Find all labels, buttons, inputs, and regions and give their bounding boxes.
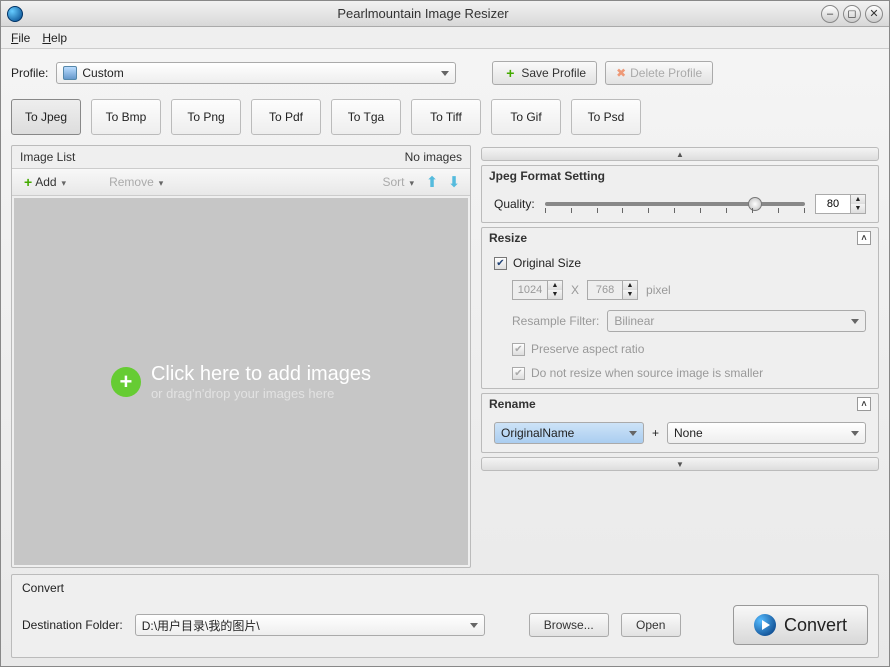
jpeg-title: Jpeg Format Setting <box>489 169 605 183</box>
play-icon <box>754 614 776 636</box>
rename-title: Rename <box>489 397 536 411</box>
preserve-ratio-checkbox: ✔Preserve aspect ratio <box>512 342 866 356</box>
spin-up-icon[interactable]: ▲ <box>851 195 865 204</box>
quality-input[interactable] <box>816 198 850 210</box>
profile-value: Custom <box>82 66 123 80</box>
drop-text-2: or drag'n'drop your images here <box>151 386 371 401</box>
titlebar: Pearlmountain Image Resizer – ◻ ✕ <box>1 1 889 27</box>
filter-select: Bilinear <box>607 310 866 332</box>
filter-label: Resample Filter: <box>512 314 599 328</box>
rename-second-select[interactable]: None <box>667 422 866 444</box>
destination-select[interactable]: D:\用户目录\我的图片\ <box>135 614 485 636</box>
height-spinner: ▲▼ <box>587 280 638 300</box>
image-list-title: Image List <box>20 150 75 164</box>
move-up-button[interactable]: ⬆ <box>424 173 440 191</box>
scroll-down-handle[interactable] <box>481 457 879 471</box>
convert-button[interactable]: Convert <box>733 605 868 645</box>
original-size-checkbox[interactable]: ✔ Original Size <box>494 256 866 270</box>
profile-select[interactable]: Custom <box>56 62 456 84</box>
window-title: Pearlmountain Image Resizer <box>29 6 817 21</box>
chevron-down-icon <box>157 175 164 189</box>
format-tab-to-jpeg[interactable]: To Jpeg <box>11 99 81 135</box>
spin-down-icon[interactable]: ▼ <box>851 204 865 213</box>
app-icon <box>7 6 23 22</box>
image-drop-area[interactable]: + Click here to add images or drag'n'dro… <box>14 198 468 565</box>
scroll-up-handle[interactable] <box>481 147 879 161</box>
format-tab-to-pdf[interactable]: To Pdf <box>251 99 321 135</box>
move-down-button[interactable]: ⬇ <box>446 173 462 191</box>
browse-button[interactable]: Browse... <box>529 613 609 637</box>
format-tab-to-tiff[interactable]: To Tiff <box>411 99 481 135</box>
quality-slider[interactable] <box>545 196 805 212</box>
quality-spinner[interactable]: ▲▼ <box>815 194 866 214</box>
convert-panel: Convert Destination Folder: D:\用户目录\我的图片… <box>11 574 879 658</box>
format-tab-to-png[interactable]: To Png <box>171 99 241 135</box>
menubar: File Help <box>1 27 889 49</box>
convert-title: Convert <box>22 581 868 595</box>
minimize-button[interactable]: – <box>821 5 839 23</box>
image-list-status: No images <box>405 150 462 164</box>
profile-label: Profile: <box>11 66 48 80</box>
quality-label: Quality: <box>494 197 535 211</box>
delete-profile-button[interactable]: Delete Profile <box>605 61 713 85</box>
open-button[interactable]: Open <box>621 613 681 637</box>
width-spinner: ▲▼ <box>512 280 563 300</box>
menu-file[interactable]: File <box>11 31 30 45</box>
rename-first-select[interactable]: OriginalName <box>494 422 644 444</box>
close-button[interactable]: ✕ <box>865 5 883 23</box>
image-list-panel: Image List No images Add Remove <box>11 145 471 568</box>
chevron-down-icon <box>407 175 414 189</box>
destination-label: Destination Folder: <box>22 618 123 632</box>
remove-image-button[interactable]: Remove <box>102 173 167 191</box>
menu-help[interactable]: Help <box>42 31 67 45</box>
resize-title: Resize <box>489 231 527 245</box>
plus-icon <box>24 174 32 190</box>
chevron-down-icon <box>60 175 67 189</box>
rename-section: Rename ˄ OriginalName + None <box>481 393 879 453</box>
maximize-button[interactable]: ◻ <box>843 5 861 23</box>
format-tab-to-psd[interactable]: To Psd <box>571 99 641 135</box>
checkbox-icon: ✔ <box>494 257 507 270</box>
collapse-button[interactable]: ˄ <box>857 397 871 411</box>
format-tab-to-gif[interactable]: To Gif <box>491 99 561 135</box>
no-resize-smaller-checkbox: ✔Do not resize when source image is smal… <box>512 366 866 380</box>
save-profile-button[interactable]: Save Profile <box>492 61 597 85</box>
format-tabs: To Jpeg To Bmp To Png To Pdf To Tga To Tiff To… <box>11 95 879 139</box>
format-tab-to-bmp[interactable]: To Bmp <box>91 99 161 135</box>
resize-section: Resize ˄ ✔ Original Size ▲▼ <box>481 227 879 389</box>
drop-text-1: Click here to add images <box>151 363 371 386</box>
collapse-button[interactable]: ˄ <box>857 231 871 245</box>
sort-button[interactable]: Sort <box>378 173 418 191</box>
plus-icon <box>503 66 517 80</box>
add-big-icon: + <box>111 367 141 397</box>
profile-icon <box>63 66 77 80</box>
add-image-button[interactable]: Add <box>20 172 70 192</box>
delete-icon <box>616 66 626 80</box>
format-tab-to-tga[interactable]: To Tga <box>331 99 401 135</box>
jpeg-section: Jpeg Format Setting Quality: ▲▼ <box>481 165 879 223</box>
